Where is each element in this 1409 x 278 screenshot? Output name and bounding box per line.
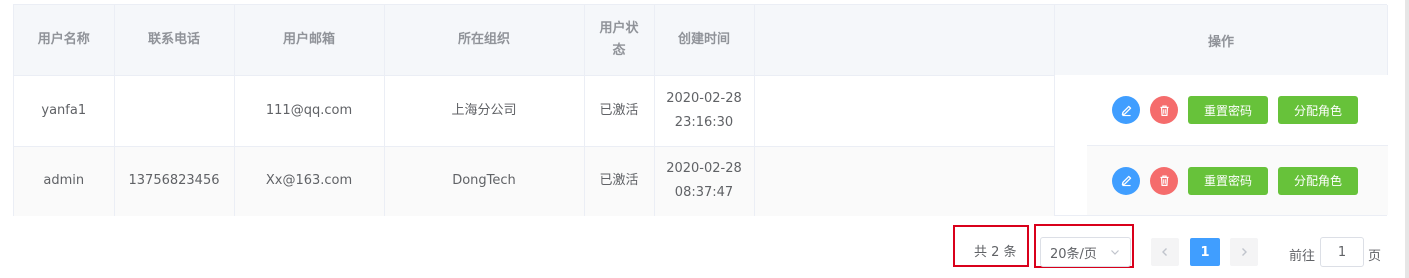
page-size-value: 20条/页 xyxy=(1050,246,1097,262)
user-table: 用户名称 联系电话 用户邮箱 所在组织 用户状态 创建时间 yanfa1 111… xyxy=(13,4,1388,216)
goto-label-prefix: 前往 xyxy=(1289,249,1316,264)
reset-password-button[interactable]: 重置密码 xyxy=(1188,96,1269,124)
cell-phone xyxy=(114,75,235,147)
edit-button[interactable] xyxy=(1112,166,1140,195)
next-page-button[interactable] xyxy=(1230,238,1258,266)
cell-created-time: 23:16:30 xyxy=(674,114,734,130)
cell-created-date: 2020-02-28 xyxy=(666,90,742,106)
pagination: 共 2 条 20条/页 1 前往 页 xyxy=(0,224,1409,276)
trash-icon xyxy=(1159,105,1169,116)
user-table-grid: 用户名称 联系电话 用户邮箱 所在组织 用户状态 创建时间 yanfa1 111… xyxy=(14,5,1055,216)
assign-role-button[interactable]: 分配角色 xyxy=(1278,166,1359,195)
actions-column-gap xyxy=(1054,75,1087,215)
cell-phone: 13756823456 xyxy=(114,146,235,216)
goto-page-input[interactable] xyxy=(1320,237,1364,267)
cell-created: 2020-02-28 08:37:47 xyxy=(654,146,755,216)
cell-status: 已激活 xyxy=(584,75,655,147)
cell-username: admin xyxy=(14,146,115,216)
trash-icon xyxy=(1159,175,1169,186)
cell-org: 上海分公司 xyxy=(384,75,585,147)
col-header-status-line1: 用户状 xyxy=(599,20,639,36)
goto-label-suffix: 页 xyxy=(1368,249,1382,264)
col-header-status[interactable]: 用户状态 xyxy=(584,5,655,76)
cell-spacer xyxy=(754,75,1055,147)
edit-button[interactable] xyxy=(1112,96,1140,124)
col-header-spacer xyxy=(754,5,1055,76)
cell-org: DongTech xyxy=(384,146,585,216)
cell-email: 111@qq.com xyxy=(234,75,385,147)
col-header-status-line2: 态 xyxy=(612,42,626,58)
cell-created-time: 08:37:47 xyxy=(674,185,734,201)
col-header-actions: 操作 xyxy=(1054,5,1387,75)
cell-created-date: 2020-02-28 xyxy=(666,161,742,177)
scrollbar-track[interactable] xyxy=(1405,0,1409,278)
row-actions: 重置密码 分配角色 xyxy=(1087,146,1388,215)
chevron-right-icon xyxy=(1242,248,1247,256)
col-header-username[interactable]: 用户名称 xyxy=(14,5,115,76)
reset-password-button[interactable]: 重置密码 xyxy=(1188,166,1269,195)
table-row[interactable]: yanfa1 111@qq.com 上海分公司 已激活 2020-02-28 23… xyxy=(14,75,1055,147)
cell-created: 2020-02-28 23:16:30 xyxy=(654,75,755,147)
col-header-phone[interactable]: 联系电话 xyxy=(114,5,235,76)
pencil-icon xyxy=(1121,175,1131,187)
row-actions: 重置密码 分配角色 xyxy=(1087,75,1388,146)
actions-column: 操作 重置密码 分配角色 重置密码 分配角色 xyxy=(1054,5,1388,215)
page-size-select[interactable]: 20条/页 xyxy=(1040,237,1131,267)
pagination-total: 共 2 条 xyxy=(974,245,1017,260)
cell-username: yanfa1 xyxy=(14,75,115,147)
delete-button[interactable] xyxy=(1150,166,1178,195)
chevron-down-icon xyxy=(1111,250,1119,255)
table-row[interactable]: admin 13756823456 Xx@163.com DongTech 已激… xyxy=(14,146,1055,216)
cell-status: 已激活 xyxy=(584,146,655,216)
chevron-left-icon xyxy=(1162,248,1167,256)
table-header-row: 用户名称 联系电话 用户邮箱 所在组织 用户状态 创建时间 xyxy=(14,5,1055,76)
assign-role-button[interactable]: 分配角色 xyxy=(1278,96,1359,124)
cell-spacer xyxy=(754,146,1055,216)
prev-page-button[interactable] xyxy=(1151,238,1179,266)
delete-button[interactable] xyxy=(1150,96,1178,124)
pencil-icon xyxy=(1121,105,1131,116)
cell-email: Xx@163.com xyxy=(234,146,385,216)
col-header-created[interactable]: 创建时间 xyxy=(654,5,755,76)
col-header-email[interactable]: 用户邮箱 xyxy=(234,5,385,76)
page-number-active[interactable]: 1 xyxy=(1190,238,1220,266)
col-header-org[interactable]: 所在组织 xyxy=(384,5,585,76)
